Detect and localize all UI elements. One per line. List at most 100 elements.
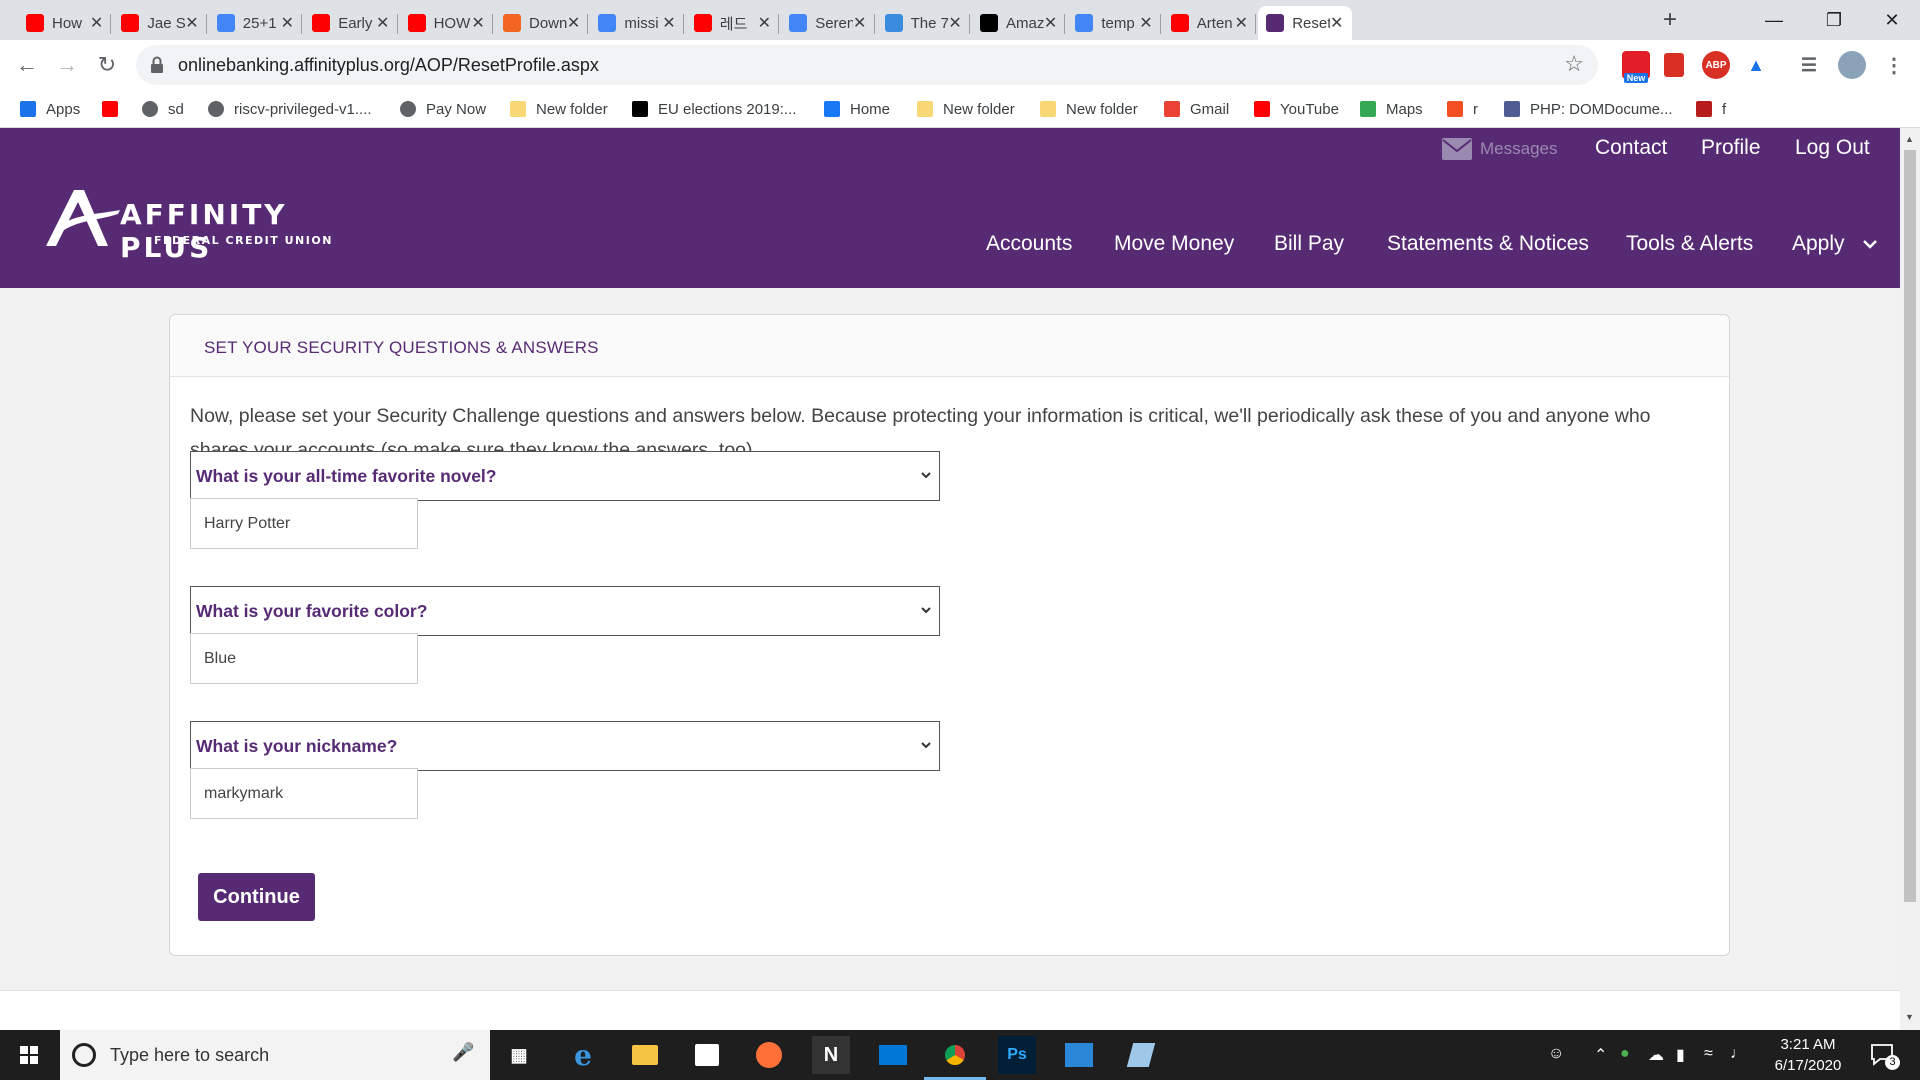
browser-tab[interactable]: missi ✕: [590, 6, 684, 40]
answer-1-field[interactable]: Harry Potter: [190, 498, 418, 549]
close-window-button[interactable]: ✕: [1864, 0, 1920, 40]
bookmark-item[interactable]: Home: [824, 98, 890, 120]
file-explorer-icon[interactable]: [626, 1036, 664, 1074]
nav-move-money[interactable]: Move Money: [1114, 232, 1234, 256]
chrome-icon[interactable]: [924, 1036, 986, 1080]
contact-link[interactable]: Contact: [1595, 136, 1667, 160]
browser-tab[interactable]: Jae Se✕: [113, 6, 207, 40]
bookmark-item[interactable]: PHP: DOMDocume...: [1504, 98, 1673, 120]
graduation-cap-icon[interactable]: ▲: [1742, 51, 1770, 79]
address-bar[interactable]: onlinebanking.affinityplus.org/AOP/Reset…: [136, 45, 1598, 85]
cloud-tray-icon[interactable]: ☁: [1648, 1045, 1664, 1065]
scroll-up-arrow-icon[interactable]: ▲: [1905, 134, 1914, 144]
bookmark-item[interactable]: Pay Now: [400, 98, 486, 120]
task-view-icon[interactable]: ▦: [500, 1036, 538, 1074]
nav-accounts[interactable]: Accounts: [986, 232, 1072, 256]
browser-tab[interactable]: Seren ✕: [781, 6, 875, 40]
question-3-select[interactable]: What is your nickname?: [190, 721, 940, 771]
browser-tab[interactable]: Early ✕: [304, 6, 398, 40]
nav-bill-pay[interactable]: Bill Pay: [1274, 232, 1344, 256]
close-tab-icon[interactable]: ✕: [471, 13, 485, 33]
browser-tab[interactable]: HOW ✕: [400, 6, 493, 40]
close-tab-icon[interactable]: ✕: [185, 13, 199, 33]
bookmark-star-icon[interactable]: ☆: [1564, 51, 1584, 77]
extension-new-icon[interactable]: New: [1622, 51, 1650, 83]
bookmark-item[interactable]: f: [1696, 98, 1726, 120]
battery-icon[interactable]: ▮: [1676, 1045, 1685, 1065]
page-scrollbar[interactable]: ▲ ▼: [1900, 128, 1920, 1030]
bookmark-item[interactable]: r: [1447, 98, 1478, 120]
bookmark-item[interactable]: sd: [142, 98, 184, 120]
edge-icon[interactable]: e: [564, 1036, 602, 1074]
mail-icon[interactable]: [874, 1036, 912, 1074]
bookmark-item[interactable]: New folder: [1040, 98, 1138, 120]
photoshop-icon[interactable]: Ps: [998, 1036, 1036, 1074]
browser-tab[interactable]: Reset ✕: [1258, 6, 1352, 40]
question-2-select[interactable]: What is your favorite color?: [190, 586, 940, 636]
action-center-icon[interactable]: 3: [1870, 1042, 1900, 1070]
close-tab-icon[interactable]: ✕: [853, 13, 867, 33]
messages-link[interactable]: Messages: [1442, 138, 1557, 160]
nav-statements-notices[interactable]: Statements & Notices: [1387, 232, 1589, 256]
profile-link[interactable]: Profile: [1701, 136, 1761, 160]
nav-tools-alerts[interactable]: Tools & Alerts: [1626, 232, 1753, 256]
notion-icon[interactable]: N: [812, 1036, 850, 1074]
close-tab-icon[interactable]: ✕: [948, 13, 962, 33]
browser-tab[interactable]: The 7 ✕: [877, 6, 970, 40]
browser-tab[interactable]: Amaz ✕: [972, 6, 1066, 40]
reload-button[interactable]: ↻: [92, 50, 122, 80]
volume-icon[interactable]: ♩: [1730, 1045, 1746, 1063]
security-tray-icon[interactable]: ●: [1620, 1045, 1630, 1063]
new-tab-button[interactable]: +: [1656, 6, 1684, 34]
close-tab-icon[interactable]: ✕: [1330, 13, 1344, 33]
wifi-icon[interactable]: ≈: [1704, 1045, 1713, 1063]
close-tab-icon[interactable]: ✕: [1044, 13, 1058, 33]
answer-2-field[interactable]: Blue: [190, 633, 418, 684]
show-hidden-icons-icon[interactable]: ⌃: [1594, 1045, 1607, 1065]
scroll-down-arrow-icon[interactable]: ▼: [1905, 1012, 1914, 1022]
close-tab-icon[interactable]: ✕: [280, 13, 294, 33]
forward-button[interactable]: →: [52, 50, 82, 80]
affinity-plus-logo[interactable]: AFFINITY PLUS FEDERAL CREDIT UNION: [44, 184, 364, 264]
bookmark-item[interactable]: YouTube: [1254, 98, 1339, 120]
bookmark-item[interactable]: [102, 98, 128, 120]
browser-tab[interactable]: Arten ✕: [1163, 6, 1257, 40]
minimize-button[interactable]: —: [1746, 0, 1802, 40]
bookmark-extension-icon[interactable]: [1664, 53, 1684, 77]
taskbar-clock[interactable]: 3:21 AM 6/17/2020: [1758, 1034, 1858, 1076]
close-tab-icon[interactable]: ✕: [1234, 13, 1248, 33]
browser-tab[interactable]: 25+1 ✕: [209, 6, 303, 40]
media-control-icon[interactable]: ☰: [1795, 51, 1823, 79]
profile-avatar[interactable]: [1838, 51, 1866, 79]
browser-tab[interactable]: 레드 ✕: [686, 6, 780, 40]
people-icon[interactable]: ☺: [1548, 1045, 1564, 1063]
restore-button[interactable]: ❐: [1806, 0, 1862, 40]
microphone-icon[interactable]: 🎤: [452, 1042, 474, 1063]
bookmark-item[interactable]: New folder: [510, 98, 608, 120]
taskbar-search-box[interactable]: Type here to search 🎤: [60, 1030, 490, 1080]
bookmark-item[interactable]: New folder: [917, 98, 1015, 120]
photos-icon[interactable]: [1060, 1036, 1098, 1074]
nav-apply[interactable]: Apply: [1792, 232, 1878, 256]
question-1-select[interactable]: What is your all-time favorite novel?: [190, 451, 940, 501]
browser-tab[interactable]: Down ✕: [495, 6, 589, 40]
answer-3-field[interactable]: markymark: [190, 768, 418, 819]
microsoft-store-icon[interactable]: [688, 1036, 726, 1074]
bookmark-item[interactable]: Maps: [1360, 98, 1423, 120]
back-button[interactable]: ←: [12, 50, 42, 80]
close-tab-icon[interactable]: ✕: [90, 13, 104, 33]
close-tab-icon[interactable]: ✕: [376, 13, 390, 33]
scrollbar-thumb[interactable]: [1904, 150, 1916, 902]
chrome-menu-icon[interactable]: ⋮: [1880, 51, 1908, 79]
browser-tab[interactable]: temp ✕: [1067, 6, 1161, 40]
continue-button[interactable]: Continue: [198, 873, 315, 921]
close-tab-icon[interactable]: ✕: [757, 13, 771, 33]
browser-tab[interactable]: How ✕: [18, 6, 112, 40]
bookmark-item[interactable]: EU elections 2019:...: [632, 98, 796, 120]
close-tab-icon[interactable]: ✕: [567, 13, 581, 33]
bookmark-item[interactable]: Gmail: [1164, 98, 1229, 120]
firefox-icon[interactable]: [750, 1036, 788, 1074]
snip-tool-icon[interactable]: [1122, 1036, 1160, 1074]
close-tab-icon[interactable]: ✕: [1139, 13, 1153, 33]
bookmark-item[interactable]: Apps: [20, 98, 80, 120]
